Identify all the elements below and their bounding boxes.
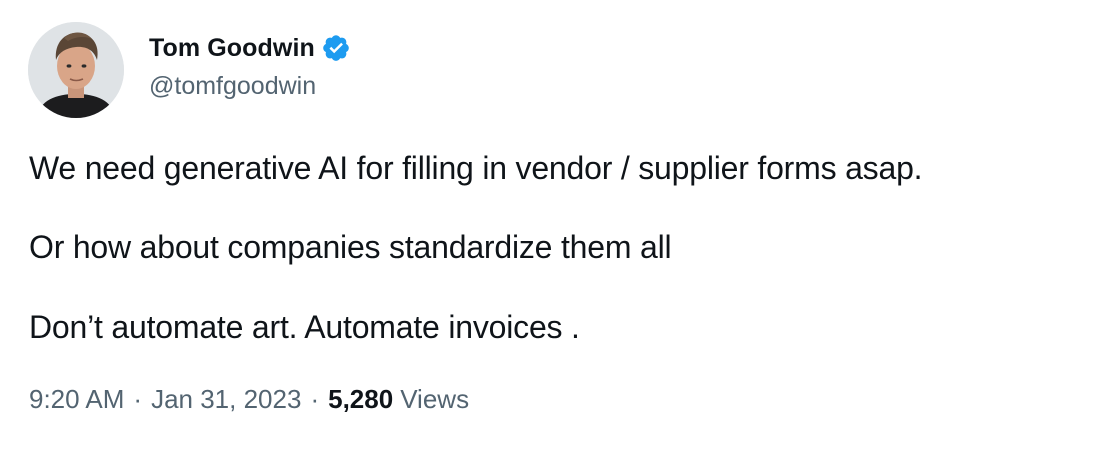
tweet-date[interactable]: Jan 31, 2023 xyxy=(151,384,301,415)
verified-badge-icon[interactable] xyxy=(321,33,351,63)
views-count[interactable]: 5,280 xyxy=(328,384,393,415)
views-label[interactable]: Views xyxy=(400,384,469,415)
tweet-text-line: We need generative AI for filling in ven… xyxy=(29,150,923,186)
tweet-card: Tom Goodwin @tomfgoodwin We need generat… xyxy=(0,0,1104,452)
avatar[interactable] xyxy=(28,22,124,118)
author-display-name[interactable]: Tom Goodwin xyxy=(149,34,315,63)
tweet-text-line: Don’t automate art. Automate invoices . xyxy=(29,309,580,345)
author-name-row: Tom Goodwin xyxy=(149,30,351,66)
meta-separator: · xyxy=(310,384,320,414)
tweet-meta: 9:20 AM · Jan 31, 2023 · 5,280 Views xyxy=(29,384,469,415)
tweet-time[interactable]: 9:20 AM xyxy=(29,384,124,415)
meta-separator: · xyxy=(133,384,143,414)
tweet-text-line: Or how about companies standardize them … xyxy=(29,229,672,265)
author-handle[interactable]: @tomfgoodwin xyxy=(149,72,316,101)
avatar-photo xyxy=(28,22,124,118)
